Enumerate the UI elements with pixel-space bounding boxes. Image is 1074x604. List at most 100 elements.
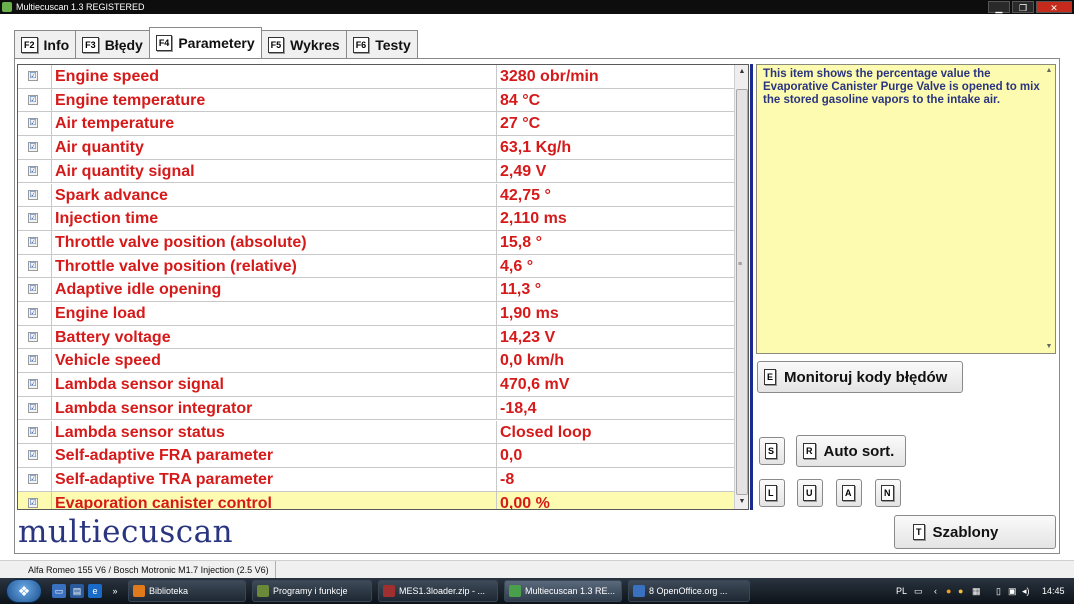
column-divider [51,373,52,396]
list-scrollbar[interactable]: ▲ ≡ ▼ [734,65,748,509]
parameter-checkbox[interactable]: ☑ [28,426,38,437]
parameter-checkbox[interactable]: ☑ [28,331,38,342]
parameter-checkbox[interactable]: ☑ [28,260,38,271]
parameter-value: Closed loop [500,423,592,441]
tray-expand-icon[interactable]: ‹ [934,578,937,604]
parameter-checkbox[interactable]: ☑ [28,71,38,81]
column-divider [51,467,52,491]
usb-icon[interactable]: ▯ [996,578,1001,604]
parameter-value: 0,0 [500,447,523,465]
u-button[interactable]: U [797,479,823,507]
scroll-up-icon[interactable]: ▲ [735,65,748,79]
parameter-checkbox[interactable]: ☑ [28,142,38,153]
parameter-row[interactable]: ☑ Evaporation canister control 0,00 % [18,491,734,509]
parameter-row[interactable]: ☑ Lambda sensor status Closed loop [18,420,734,445]
minimize-button[interactable]: ▁ [988,1,1010,13]
start-button[interactable]: ❖ [6,579,42,603]
tab-wykres[interactable]: F5 Wykres [260,30,347,58]
network-icon[interactable]: ▦ [972,578,981,604]
column-divider [51,325,52,349]
parameter-row[interactable]: ☑ Throttle valve position (relative) 4,6 ° [18,254,734,279]
column-divider [51,278,52,301]
taskbar-item[interactable]: 8 OpenOffice.org ... [628,580,750,602]
parameter-row[interactable]: ☑ Self-adaptive FRA parameter 0,0 [18,444,734,468]
parameter-row[interactable]: ☑ Battery voltage 14,23 V [18,325,734,350]
key-badge: A [842,485,855,501]
maximize-button[interactable]: ❐ [1012,1,1034,13]
parameter-row[interactable]: ☑ Engine temperature 84 °C [18,88,734,113]
parameter-row[interactable]: ☑ Air quantity 63,1 Kg/h [18,136,734,160]
volume-icon[interactable]: ◂) [1022,578,1030,604]
quicklaunch-chevron-icon[interactable]: » [108,584,122,598]
parameter-checkbox[interactable]: ☑ [28,355,38,366]
s-button[interactable]: S [759,437,785,465]
parameter-checkbox[interactable]: ☑ [28,118,38,129]
parameter-row[interactable]: ☑ Engine speed 3280 obr/min [18,65,734,89]
parameter-row[interactable]: ☑ Throttle valve position (absolute) 15,8 … [18,230,734,255]
display-icon[interactable]: ▣ [1008,578,1017,604]
parameter-checkbox[interactable]: ☑ [28,473,38,484]
scroll-thumb[interactable] [736,89,748,495]
parameter-value: 3280 obr/min [500,68,599,85]
parameter-row[interactable]: ☑ Air quantity signal 2,49 V [18,159,734,184]
column-divider [51,254,52,278]
language-indicator[interactable]: PL [896,578,907,604]
taskbar-item[interactable]: Biblioteka [128,580,246,602]
parameter-checkbox[interactable]: ☑ [28,165,38,176]
column-divider [51,88,52,112]
key-badge: E [764,369,777,385]
tab-info[interactable]: F2 Info [14,30,77,58]
taskbar-item[interactable]: Multiecuscan 1.3 RE... [504,580,622,602]
parameter-checkbox[interactable]: ☑ [28,284,38,295]
panel-divider [750,64,753,510]
key-badge: T [913,524,925,540]
parameter-row[interactable]: ☑ Air temperature 27 °C [18,112,734,137]
tab-testy[interactable]: F6 Testy [345,30,418,58]
taskbar-item[interactable]: Programy i funkcje [252,580,372,602]
tab-parametery[interactable]: F4 Parametery [148,27,262,58]
scroll-down-icon[interactable]: ▼ [735,495,748,509]
clock[interactable]: 14:45 [1042,578,1065,604]
tab-bledy[interactable]: F3 Błędy [75,30,150,58]
switch-windows-icon[interactable]: ▤ [70,584,84,598]
description-scrollbar[interactable]: ▲ ▼ [1043,65,1055,353]
taskbar-item[interactable]: MES1.3loader.zip - ... [378,580,498,602]
messenger-icon[interactable]: ● [958,578,963,604]
parameter-checkbox[interactable]: ☑ [28,402,38,413]
auto-sort-button[interactable]: R Auto sort. [796,435,906,467]
parameter-checkbox[interactable]: ☑ [28,189,38,200]
parameter-row[interactable]: ☑ Injection time 2,110 ms [18,207,734,231]
parameter-checkbox[interactable]: ☑ [28,308,38,318]
column-divider [51,207,52,230]
l-button[interactable]: L [759,479,785,507]
parameter-checkbox[interactable]: ☑ [28,450,38,461]
n-button[interactable]: N [875,479,901,507]
security-icon[interactable]: ● [946,578,951,604]
parameter-row[interactable]: ☑ Self-adaptive TRA parameter -8 [18,467,734,492]
parameter-list[interactable]: ☑ Engine speed 3280 obr/min ☑ Engine tempera… [17,64,749,510]
parameter-checkbox[interactable]: ☑ [28,94,38,105]
parameter-row[interactable]: ☑ Adaptive idle opening 11,3 ° [18,278,734,302]
parameter-checkbox[interactable]: ☑ [28,379,38,390]
parameter-row[interactable]: ☑ Engine load 1,90 ms [18,302,734,326]
show-desktop-icon[interactable]: ▭ [52,584,66,598]
parameter-row[interactable]: ☑ Vehicle speed 0,0 km/h [18,349,734,374]
close-button[interactable]: ✕ [1036,1,1072,13]
scroll-up-icon[interactable]: ▲ [1043,65,1055,77]
parameter-row[interactable]: ☑ Spark advance 42,75 ° [18,183,734,208]
parameter-checkbox[interactable]: ☑ [28,213,38,224]
parameter-checkbox[interactable]: ☑ [28,236,38,247]
parameter-row[interactable]: ☑ Lambda sensor signal 470,6 mV [18,373,734,397]
scroll-down-icon[interactable]: ▼ [1043,341,1055,353]
tab-label: Błędy [104,36,143,53]
parameter-row[interactable]: ☑ Lambda sensor integrator -18,4 [18,396,734,421]
templates-button[interactable]: T Szablony [894,515,1056,549]
internet-explorer-icon[interactable]: e [88,584,102,598]
parameter-checkbox[interactable]: ☑ [28,497,38,508]
parameter-name: Adaptive idle opening [55,281,222,299]
a-button[interactable]: A [836,479,862,507]
monitor-error-codes-button[interactable]: E Monitoruj kody błędów [757,361,963,393]
column-divider [496,444,497,467]
taskbar-app-icon [133,585,145,597]
column-divider [496,183,497,207]
